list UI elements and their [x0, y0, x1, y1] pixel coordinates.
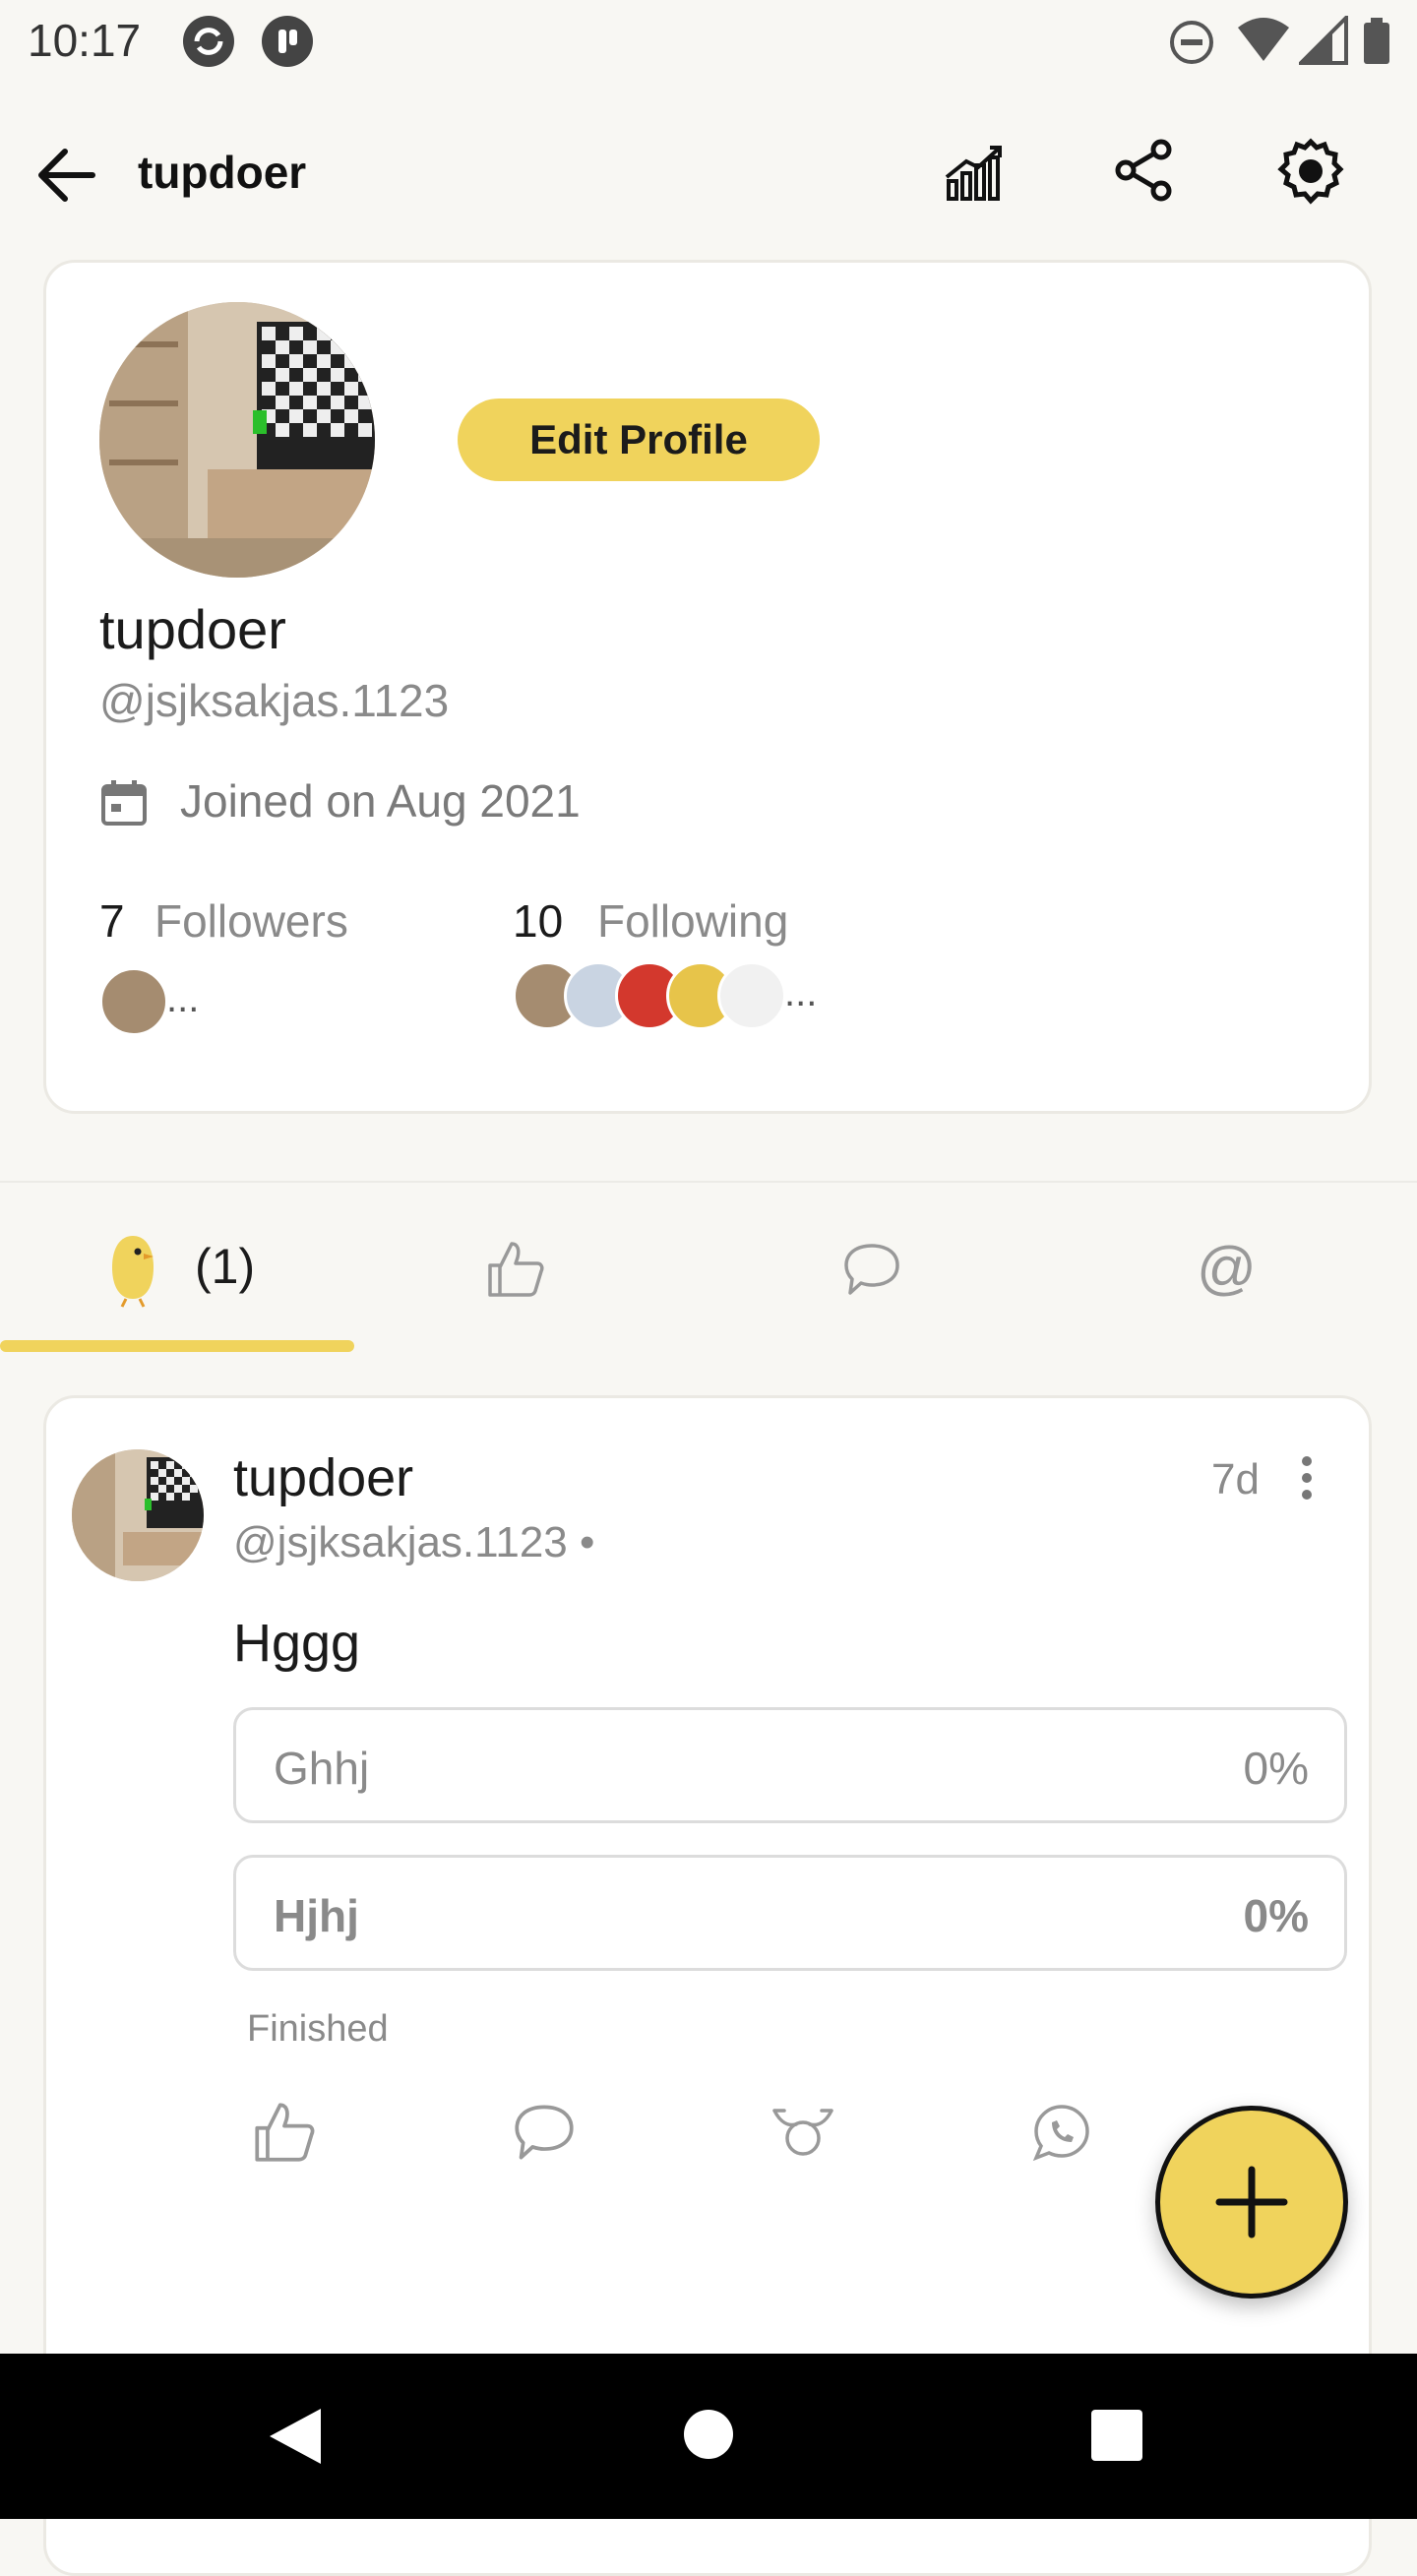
tab-comments[interactable] [708, 1183, 1063, 1356]
post-like-button[interactable] [253, 2101, 316, 2169]
back-arrow-icon[interactable] [30, 138, 104, 213]
post-author-handle: @jsjksakjas.1123 • [233, 1518, 595, 1566]
koo-bird-icon [102, 1230, 163, 1314]
rekoo-icon [772, 2109, 833, 2156]
poll-option-percent: 0% [1243, 1890, 1309, 1941]
avatar [717, 961, 786, 1030]
poll-option[interactable]: Ghhj 0% [233, 1707, 1347, 1823]
profile-name: tupdoer [99, 598, 286, 660]
poll-option-label: Hjhj [274, 1890, 359, 1941]
settings-gear-icon[interactable] [1275, 136, 1346, 207]
share-icon[interactable] [1110, 136, 1179, 205]
tab-posts-count: (1) [195, 1239, 256, 1294]
tab-mentions[interactable]: @ [1063, 1183, 1417, 1356]
signal-icon [1296, 13, 1348, 70]
profile-tabs: (1) @ [0, 1181, 1417, 1356]
post-rekoo-button[interactable] [770, 2101, 835, 2169]
profile-avatar[interactable] [99, 302, 375, 578]
poll-status: Finished [247, 2008, 389, 2050]
nav-home-icon[interactable] [683, 2409, 734, 2465]
post-text: Hggg [233, 1614, 361, 1673]
calendar-icon [99, 778, 149, 828]
comment-icon [842, 1242, 901, 1302]
followers-count[interactable]: 7 [99, 894, 125, 948]
plus-icon [1215, 2166, 1288, 2239]
profile-handle: @jsjksakjas.1123 [99, 675, 450, 726]
more-vertical-icon[interactable] [1292, 1453, 1322, 1503]
following-count[interactable]: 10 [513, 894, 563, 948]
poll-option-label: Ghhj [274, 1743, 370, 1794]
following-more: ... [784, 971, 818, 1014]
analytics-icon[interactable] [941, 138, 1010, 207]
like-icon [486, 1240, 545, 1304]
page-title: tupdoer [138, 147, 307, 198]
followers-label[interactable]: Followers [154, 894, 348, 948]
status-time: 10:17 [28, 15, 142, 66]
nav-recents-icon[interactable] [1090, 2409, 1143, 2467]
tab-likes[interactable] [354, 1183, 708, 1356]
app-notification-icon [262, 16, 313, 67]
tab-posts[interactable]: (1) [0, 1183, 354, 1356]
comment-icon [515, 2105, 574, 2160]
joined-date-text: Joined on Aug 2021 [180, 775, 581, 827]
mention-icon: @ [1197, 1235, 1257, 1301]
create-post-fab[interactable] [1155, 2106, 1348, 2299]
system-navigation-bar [0, 2354, 1417, 2519]
nav-back-icon[interactable] [266, 2405, 325, 2473]
followers-more: ... [166, 977, 200, 1020]
whatsapp-icon [1032, 2105, 1089, 2162]
active-tab-indicator [0, 1340, 354, 1352]
battery-icon [1362, 18, 1391, 70]
post-whatsapp-share-button[interactable] [1030, 2101, 1093, 2169]
like-icon [255, 2103, 315, 2162]
profile-card: Edit Profile tupdoer @jsjksakjas.1123 Jo… [43, 260, 1372, 1114]
avatar [99, 967, 168, 1036]
post-timestamp: 7d [1211, 1455, 1260, 1503]
poll-option[interactable]: Hjhj 0% [233, 1855, 1347, 1971]
wifi-icon [1236, 16, 1291, 70]
sync-app-icon [183, 16, 234, 67]
status-bar: 10:17 [0, 0, 1417, 83]
poll-option-percent: 0% [1243, 1743, 1309, 1794]
post-author-avatar[interactable] [72, 1449, 204, 1581]
app-header: tupdoer [0, 108, 1417, 236]
edit-profile-button[interactable]: Edit Profile [458, 399, 820, 481]
post-author-name[interactable]: tupdoer [233, 1447, 413, 1508]
post-comment-button[interactable] [513, 2103, 576, 2167]
following-label[interactable]: Following [597, 894, 788, 948]
do-not-disturb-icon [1167, 18, 1216, 72]
